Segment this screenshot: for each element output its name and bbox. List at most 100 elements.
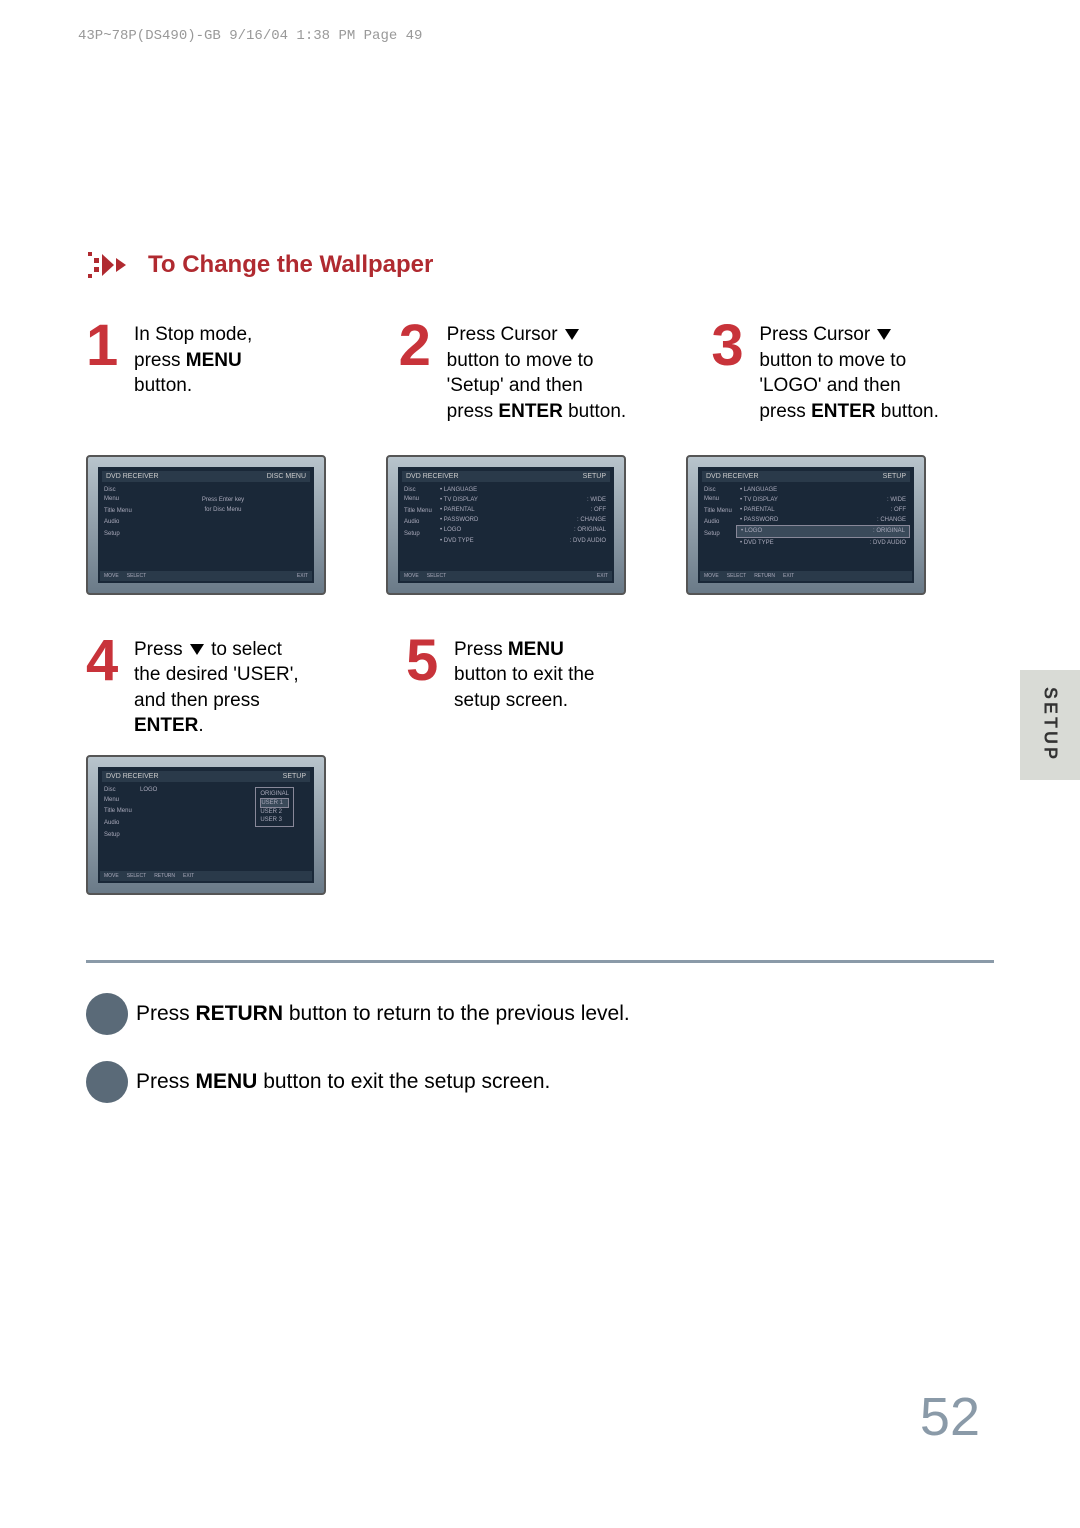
screen-2: DVD RECEIVER SETUP Disc Menu Title Menu … — [386, 455, 626, 595]
footer-item: RETURN — [154, 873, 175, 879]
text: In Stop mode, — [134, 324, 252, 345]
text: 'LOGO' and then — [759, 375, 900, 396]
text: button. — [876, 401, 939, 422]
menu-row: • DVD TYPE: DVD AUDIO — [736, 538, 910, 548]
text: Press Cursor — [759, 324, 875, 345]
sidebar-item: Audio — [702, 517, 734, 529]
step-4: 4 Press to select the desired 'USER', an… — [86, 635, 366, 740]
sidebar-item: Disc Menu — [702, 485, 734, 506]
text: press — [447, 401, 499, 422]
note-row: Press MENU button to exit the setup scre… — [86, 1061, 994, 1103]
screen-sidebar: Disc Menu Title Menu Audio Setup — [102, 785, 134, 841]
bold: MENU — [186, 350, 242, 371]
sidebar-item: Setup — [402, 529, 434, 541]
menu-row: • PARENTAL: OFF — [736, 505, 910, 515]
step-number: 1 — [86, 320, 126, 425]
step-number: 2 — [399, 320, 439, 425]
sidebar-item: Title Menu — [402, 506, 434, 518]
bold: MENU — [508, 639, 564, 660]
step-text: In Stop mode, press MENU button. — [134, 320, 252, 425]
screen-submenu: ORIGINALUSER 1USER 2USER 3 — [255, 787, 294, 827]
submenu-item: USER 1 — [260, 798, 289, 808]
screen-header-left: DVD RECEIVER — [106, 473, 159, 480]
footer-item: SELECT — [727, 573, 746, 579]
step-text: Press to select the desired 'USER', and … — [134, 635, 299, 740]
steps-row-2: 4 Press to select the desired 'USER', an… — [86, 635, 994, 896]
text: button to move to — [447, 350, 594, 371]
text: Press — [136, 1002, 196, 1025]
footer-item: SELECT — [427, 573, 446, 579]
text: button to exit the — [454, 664, 595, 685]
menu-row: • DVD TYPE: DVD AUDIO — [436, 536, 610, 546]
side-tab-label: SETUP — [1040, 687, 1061, 762]
screen-line: Press Enter key — [136, 495, 310, 505]
screen-line: for Disc Menu — [136, 505, 310, 515]
screen-header-right: SETUP — [583, 473, 606, 480]
footer-item: MOVE — [104, 573, 119, 579]
arrow-icon — [86, 250, 136, 280]
menu-row: • PASSWORD: CHANGE — [436, 515, 610, 525]
bold: ENTER — [498, 401, 562, 422]
sidebar-item: Setup — [702, 529, 734, 541]
bold: ENTER — [811, 401, 875, 422]
sidebar-item: Disc Menu — [102, 485, 134, 506]
sidebar-item: Title Menu — [102, 506, 134, 518]
notes-area: Press RETURN button to return to the pre… — [86, 960, 994, 1129]
side-tab: SETUP — [1020, 670, 1080, 780]
menu-row: • PASSWORD: CHANGE — [736, 515, 910, 525]
sidebar-item: Setup — [102, 529, 134, 541]
note-row: Press RETURN button to return to the pre… — [86, 993, 994, 1035]
screen-header-left: DVD RECEIVER — [106, 773, 159, 780]
text: press — [134, 350, 186, 371]
footer-item: EXIT — [297, 573, 308, 579]
page-number: 52 — [920, 1386, 980, 1448]
menu-row: • LANGUAGE — [736, 485, 910, 495]
bold: MENU — [196, 1070, 258, 1093]
step-number: 5 — [406, 635, 446, 714]
footer-item: MOVE — [404, 573, 419, 579]
sidebar-item: Title Menu — [702, 506, 734, 518]
steps-row-1: 1 In Stop mode, press MENU button. 2 Pre… — [86, 320, 994, 425]
step-number: 4 — [86, 635, 126, 740]
step-number: 3 — [711, 320, 751, 425]
text: . — [198, 715, 203, 736]
text: press — [759, 401, 811, 422]
text: button to move to — [759, 350, 906, 371]
step-2: 2 Press Cursor button to move to 'Setup'… — [399, 320, 682, 425]
submenu-item: ORIGINAL — [260, 790, 289, 798]
submenu-item: USER 3 — [260, 816, 289, 824]
screen-header-right: DISC MENU — [267, 473, 306, 480]
footer-item: EXIT — [783, 573, 794, 579]
footer-item: EXIT — [597, 573, 608, 579]
sidebar-item: Title Menu — [102, 806, 134, 818]
menu-row: • PARENTAL: OFF — [436, 505, 610, 515]
section-title: To Change the Wallpaper — [148, 251, 433, 279]
screen-1: DVD RECEIVER DISC MENU Disc Menu Title M… — [86, 455, 326, 595]
footer-item: EXIT — [183, 873, 194, 879]
screen-header-right: SETUP — [883, 473, 906, 480]
screen-sidebar: Disc Menu Title Menu Audio Setup — [702, 485, 734, 541]
text: button. — [563, 401, 626, 422]
step-5: 5 Press MENU button to exit the setup sc… — [406, 635, 686, 714]
section-title-row: To Change the Wallpaper — [86, 250, 994, 280]
footer-item: SELECT — [127, 573, 146, 579]
footer-item: MOVE — [704, 573, 719, 579]
menu-row: • LANGUAGE — [436, 485, 610, 495]
content-area: To Change the Wallpaper 1 In Stop mode, … — [86, 250, 994, 915]
sidebar-item: Audio — [102, 818, 134, 830]
menu-row: • LOGO: ORIGINAL — [736, 525, 910, 537]
bold: RETURN — [196, 1002, 284, 1025]
footer-item: MOVE — [104, 873, 119, 879]
running-head: 43P~78P(DS490)-GB 9/16/04 1:38 PM Page 4… — [78, 28, 422, 44]
screen-header-left: DVD RECEIVER — [706, 473, 759, 480]
down-cursor-icon — [877, 329, 891, 340]
screen-4: DVD RECEIVER SETUP Disc Menu Title Menu … — [86, 755, 326, 895]
text: Press — [136, 1070, 196, 1093]
note-text: Press RETURN button to return to the pre… — [108, 1002, 630, 1026]
menu-key: LOGO — [140, 785, 157, 795]
screens-row-1: DVD RECEIVER DISC MENU Disc Menu Title M… — [86, 455, 994, 595]
text: Press — [454, 639, 508, 660]
step-text: Press MENU button to exit the setup scre… — [454, 635, 595, 714]
bold: ENTER — [134, 715, 198, 736]
text: the desired 'USER', — [134, 664, 299, 685]
